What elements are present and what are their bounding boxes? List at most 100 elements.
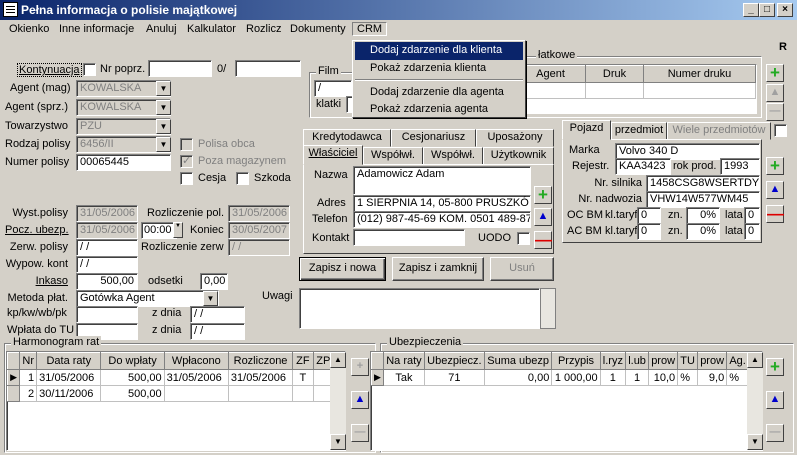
wypow-kont-input[interactable]: / /	[76, 256, 138, 273]
delete-ubezpieczenie-button[interactable]: —	[766, 424, 784, 442]
col-agent[interactable]: Agent	[515, 65, 586, 83]
menu-anuluj[interactable]: Anuluj	[146, 23, 177, 35]
table-cell[interactable]: 10,0	[648, 369, 679, 386]
adres-input[interactable]: 1 SIERPNIA 14, 05-800 PRUSZKÓ	[353, 195, 531, 212]
col-druk[interactable]: Druk	[585, 65, 644, 83]
table-cell[interactable]: 9,0	[697, 369, 728, 386]
scroll-up-icon[interactable]: ▲	[330, 352, 346, 368]
col-data-raty[interactable]: Data raty	[36, 352, 102, 370]
minimize-button[interactable]: _	[743, 3, 759, 17]
tab-przedmiot[interactable]: przedmiot	[611, 122, 667, 140]
table-cell[interactable]: 1	[19, 369, 38, 386]
menu-kalkulator[interactable]: Kalkulator	[187, 23, 236, 35]
harmonogram-scrollbar[interactable]: ▲ ▼	[330, 352, 346, 450]
scroll-up-icon[interactable]: ▲	[747, 352, 763, 368]
table-cell[interactable]: 1	[600, 369, 627, 386]
table-cell[interactable]: 2	[19, 385, 38, 402]
nr-poprz-input[interactable]	[148, 60, 212, 77]
time-input[interactable]: 00:00	[141, 222, 177, 239]
rejestr-input[interactable]: KAA3423	[615, 158, 671, 175]
uwagi-textarea[interactable]	[299, 288, 540, 329]
koniec-input[interactable]: 30/05/2007	[228, 222, 290, 239]
harmonogram-grid[interactable]: Nr Data raty Do wpłaty Wpłacono Rozliczo…	[6, 351, 346, 451]
table-cell[interactable]: Tak	[383, 369, 425, 386]
table-cell[interactable]: 500,00	[100, 369, 165, 386]
pocz-ubezp-input[interactable]: 31/05/2006	[76, 222, 138, 239]
kp-input[interactable]	[76, 306, 138, 323]
up-document-button[interactable]: ▲	[766, 84, 784, 102]
maximize-button[interactable]: □	[759, 3, 775, 17]
wyst-polisy-input[interactable]: 31/05/2006	[76, 205, 138, 222]
table-cell[interactable]: 31/05/2006	[164, 369, 229, 386]
table-cell[interactable]: 31/05/2006	[228, 369, 294, 386]
oc-lata-input[interactable]: 0	[744, 207, 760, 224]
add-rata-button[interactable]: +	[351, 358, 369, 376]
col-przypis[interactable]: Przypis	[551, 352, 601, 370]
nazwa-input[interactable]: Adamowicz Adam	[353, 166, 531, 195]
table-cell[interactable]: 500,00	[100, 385, 165, 402]
col-suma-ubezp[interactable]: Suma ubezp	[483, 352, 553, 370]
chevron-down-icon[interactable]	[156, 100, 171, 115]
up-client-button[interactable]: ▲	[534, 208, 552, 226]
inkaso-input[interactable]: 500,00	[76, 273, 138, 290]
col-rozliczone[interactable]: Rozliczone	[227, 352, 294, 370]
zapisz-i-zamknij-button[interactable]: Zapisz i zamknij	[392, 257, 484, 281]
tab-wspolwl-2[interactable]: Współwł.	[423, 147, 483, 165]
time-spinner[interactable]	[173, 222, 183, 238]
wiele-przedmiotow-checkbox[interactable]	[774, 124, 787, 137]
delete-client-button[interactable]: —	[534, 231, 552, 249]
chevron-down-icon[interactable]	[156, 137, 171, 152]
delete-rata-button[interactable]: —	[351, 424, 369, 442]
table-cell[interactable]: %	[677, 369, 699, 386]
add-vehicle-button[interactable]: +	[766, 157, 784, 175]
tab-uposazony[interactable]: Uposażony	[476, 129, 554, 147]
usun-button[interactable]: Usuń	[490, 257, 554, 281]
table-cell[interactable]: 1	[625, 369, 650, 386]
metoda-plat-select[interactable]: Gotówka Agent	[76, 290, 219, 307]
close-button[interactable]: ×	[777, 3, 793, 17]
table-cell[interactable]: 30/11/2006	[36, 385, 102, 402]
ubezpieczenia-scrollbar[interactable]: ▲ ▼	[747, 352, 763, 450]
tab-cesjonariusz[interactable]: Cesjonariusz	[391, 129, 476, 147]
col-zf[interactable]: ZF	[292, 352, 314, 370]
ac-zn-input[interactable]: 0%	[686, 223, 720, 240]
odsetki-input[interactable]: 0,00	[200, 273, 228, 290]
ac-lata-input[interactable]: 0	[744, 223, 760, 240]
menu-crm[interactable]: CRM	[352, 22, 388, 36]
table-cell[interactable]: T	[292, 369, 314, 386]
col-nr[interactable]: Nr	[19, 352, 38, 370]
szkoda-checkbox[interactable]	[236, 172, 249, 185]
table-cell[interactable]: %	[726, 369, 749, 386]
table-cell[interactable]: 31/05/2006	[36, 369, 102, 386]
col-prow-ag[interactable]: prow	[697, 352, 728, 370]
table-row[interactable]: ▶ Tak 71 0,00 1 000,00 1 1 10,0% 9,0%	[371, 369, 749, 386]
zerw-polisy-input[interactable]: / /	[76, 239, 138, 256]
menu-item-dodaj-zdarzenie-klienta[interactable]: Dodaj zdarzenie dla klienta	[355, 42, 523, 60]
chevron-down-icon[interactable]	[156, 81, 171, 96]
table-cell[interactable]	[228, 385, 294, 402]
menu-dokumenty[interactable]: Dokumenty	[290, 23, 346, 35]
kontakt-input[interactable]	[353, 229, 465, 246]
menu-item-pokaz-zdarzenia-agenta[interactable]: Pokaż zdarzenia agenta	[355, 101, 523, 119]
col-l-ub[interactable]: l.ub	[625, 352, 650, 370]
kontynuacja-checkbox[interactable]	[83, 63, 96, 76]
telefon-input[interactable]: (012) 987-45-69 KOM. 0501 489-87	[353, 211, 531, 228]
row-indicator[interactable]	[6, 385, 21, 402]
col-do-wplaty[interactable]: Do wpłaty	[100, 352, 165, 370]
ubezpieczenia-grid[interactable]: Na raty Ubezpiecz. Suma ubezp Przypis l.…	[370, 351, 763, 451]
documents-grid[interactable]: Agent Druk Numer druku	[514, 64, 757, 114]
table-cell[interactable]: 1 000,00	[551, 369, 601, 386]
add-document-button[interactable]: +	[766, 64, 784, 82]
polisa-obca-checkbox[interactable]	[180, 138, 193, 151]
menu-item-dodaj-zdarzenie-agenta[interactable]: Dodaj zdarzenie dla agenta	[355, 84, 523, 102]
nr-poprz-suffix-input[interactable]	[235, 60, 301, 77]
table-cell[interactable]: 0,00	[484, 369, 553, 386]
scroll-down-icon[interactable]: ▼	[330, 434, 346, 450]
table-cell[interactable]: 71	[424, 369, 485, 386]
poza-magazynem-checkbox[interactable]	[180, 154, 193, 168]
zapisz-i-nowa-button[interactable]: Zapisz i nowa	[299, 257, 386, 281]
table-row[interactable]: ▶ 1 31/05/2006 500,00 31/05/2006 31/05/2006 T	[6, 369, 335, 386]
tab-wspolwl-1[interactable]: Współwł.	[363, 147, 423, 165]
up-ubezpieczenie-button[interactable]: ▲	[766, 391, 784, 409]
rozliczenie-pol-input[interactable]: 31/05/2006	[228, 205, 290, 222]
